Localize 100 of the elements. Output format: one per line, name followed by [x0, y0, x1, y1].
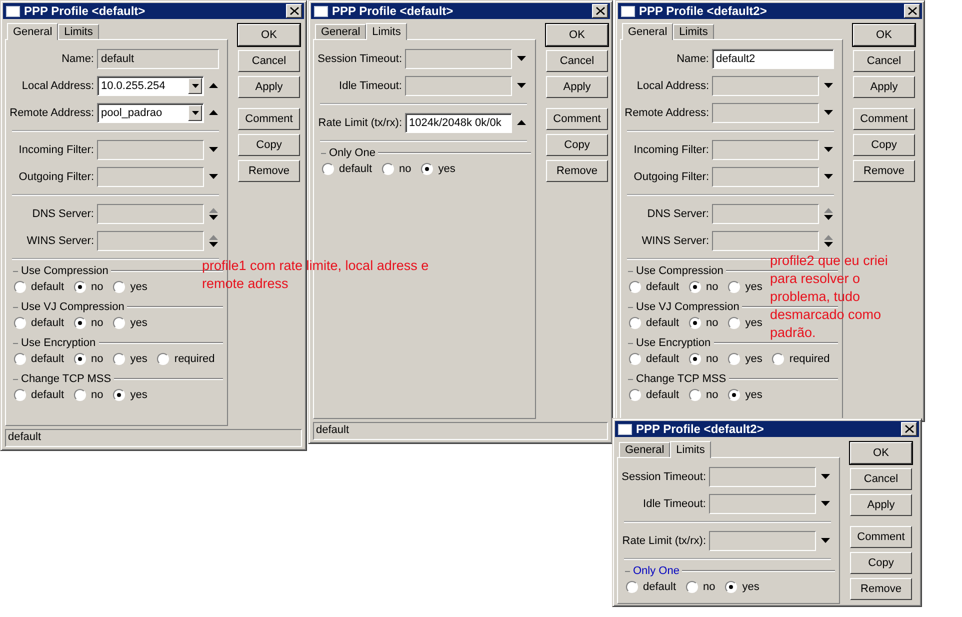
- dialog-button[interactable]: Remove: [546, 160, 608, 182]
- radio-button[interactable]: default: [14, 317, 64, 329]
- input-field[interactable]: [712, 230, 819, 250]
- input-field[interactable]: [712, 204, 819, 224]
- up-arrow-icon[interactable]: [208, 110, 218, 115]
- radio-button[interactable]: required: [772, 353, 830, 365]
- tab[interactable]: General: [7, 23, 58, 40]
- dialog-button[interactable]: Remove: [238, 160, 300, 182]
- dialog-button[interactable]: OK: [546, 24, 608, 46]
- down-arrow-icon[interactable]: [824, 174, 832, 179]
- close-icon[interactable]: [596, 7, 604, 15]
- tab[interactable]: General: [622, 23, 674, 40]
- caret-icon[interactable]: [192, 84, 198, 88]
- radio-button[interactable]: yes: [725, 581, 760, 593]
- radio-button[interactable]: yes: [113, 389, 148, 401]
- radio-button[interactable]: yes: [728, 317, 762, 329]
- dialog-button[interactable]: Remove: [853, 160, 915, 182]
- down-arrow-icon[interactable]: [820, 501, 830, 506]
- dialog-button[interactable]: Copy: [850, 552, 912, 574]
- tab[interactable]: General: [619, 442, 670, 457]
- radio-button[interactable]: no: [689, 281, 718, 293]
- radio-button[interactable]: required: [157, 353, 215, 365]
- close-icon[interactable]: [908, 7, 916, 15]
- dialog-button[interactable]: OK: [850, 442, 912, 464]
- up-down-arrow-icon[interactable]: [824, 208, 832, 220]
- radio-button[interactable]: yes: [421, 163, 456, 175]
- tab[interactable]: Limits: [670, 441, 711, 458]
- dialog-button[interactable]: Cancel: [853, 50, 915, 72]
- dialog-button[interactable]: Comment: [850, 526, 912, 548]
- dropdown-field[interactable]: pool_padrao: [97, 102, 204, 122]
- radio-button[interactable]: default: [322, 163, 372, 175]
- input-field[interactable]: [709, 494, 816, 514]
- dialog-button[interactable]: OK: [853, 24, 915, 46]
- dialog-button[interactable]: Copy: [853, 134, 915, 156]
- radio-button[interactable]: yes: [728, 281, 762, 293]
- radio-button[interactable]: no: [689, 389, 718, 401]
- up-down-arrow-icon[interactable]: [208, 208, 218, 220]
- close-button[interactable]: [901, 422, 917, 436]
- radio-button[interactable]: yes: [728, 353, 762, 365]
- close-icon[interactable]: [290, 7, 298, 15]
- input-field[interactable]: [405, 48, 512, 68]
- input-field[interactable]: [712, 102, 819, 122]
- dialog-button[interactable]: Cancel: [238, 50, 300, 72]
- radio-button[interactable]: no: [74, 389, 104, 401]
- input-field[interactable]: [97, 140, 204, 160]
- radio-button[interactable]: no: [689, 353, 718, 365]
- dialog-button[interactable]: Cancel: [850, 468, 912, 490]
- radio-button[interactable]: yes: [113, 353, 148, 365]
- down-arrow-icon[interactable]: [824, 110, 832, 115]
- dialog-button[interactable]: OK: [238, 24, 300, 46]
- radio-button[interactable]: default: [629, 281, 680, 293]
- tab[interactable]: Limits: [58, 24, 99, 39]
- radio-button[interactable]: no: [74, 281, 104, 293]
- input-field[interactable]: [405, 76, 512, 96]
- input-field[interactable]: [712, 166, 819, 186]
- radio-button[interactable]: no: [689, 317, 718, 329]
- radio-button[interactable]: default: [629, 353, 680, 365]
- dialog-button[interactable]: Comment: [853, 108, 915, 130]
- caret-icon[interactable]: [192, 110, 198, 114]
- dialog-button[interactable]: Remove: [850, 578, 912, 600]
- radio-button[interactable]: default: [14, 353, 64, 365]
- close-button[interactable]: [904, 4, 920, 18]
- radio-button[interactable]: default: [14, 389, 64, 401]
- close-icon[interactable]: [904, 425, 914, 433]
- up-arrow-icon[interactable]: [208, 83, 218, 88]
- input-field[interactable]: [709, 466, 816, 486]
- dropdown-field[interactable]: 10.0.255.254: [97, 76, 204, 96]
- dialog-button[interactable]: Apply: [238, 76, 300, 98]
- input-field[interactable]: 1024k/2048k 0k/0k: [405, 112, 512, 132]
- radio-button[interactable]: yes: [113, 281, 148, 293]
- input-field[interactable]: [709, 530, 816, 550]
- radio-button[interactable]: no: [74, 317, 104, 329]
- input-field[interactable]: [712, 76, 819, 96]
- down-arrow-icon[interactable]: [824, 147, 832, 152]
- radio-button[interactable]: default: [629, 317, 680, 329]
- dialog-button[interactable]: Apply: [850, 494, 912, 516]
- dropdown-button[interactable]: [188, 78, 202, 94]
- dialog-button[interactable]: Comment: [546, 108, 608, 130]
- dialog-button[interactable]: Copy: [238, 134, 300, 156]
- input-field[interactable]: [712, 140, 819, 160]
- dialog-button[interactable]: Apply: [853, 76, 915, 98]
- close-button[interactable]: [592, 4, 608, 18]
- down-arrow-icon[interactable]: [208, 147, 218, 152]
- input-field[interactable]: [97, 204, 204, 224]
- up-down-arrow-icon[interactable]: [208, 234, 218, 246]
- dropdown-button[interactable]: [188, 104, 202, 120]
- close-button[interactable]: [286, 4, 302, 18]
- radio-button[interactable]: no: [686, 581, 716, 593]
- down-arrow-icon[interactable]: [820, 474, 830, 479]
- radio-button[interactable]: no: [382, 163, 412, 175]
- input-field[interactable]: default2: [712, 48, 834, 68]
- down-arrow-icon[interactable]: [516, 83, 526, 88]
- tab[interactable]: General: [315, 24, 366, 39]
- radio-button[interactable]: default: [629, 389, 680, 401]
- radio-button[interactable]: default: [14, 281, 64, 293]
- dialog-button[interactable]: Apply: [546, 76, 608, 98]
- radio-button[interactable]: yes: [728, 389, 762, 401]
- radio-button[interactable]: no: [74, 353, 104, 365]
- dialog-button[interactable]: Copy: [546, 134, 608, 156]
- down-arrow-icon[interactable]: [824, 83, 832, 88]
